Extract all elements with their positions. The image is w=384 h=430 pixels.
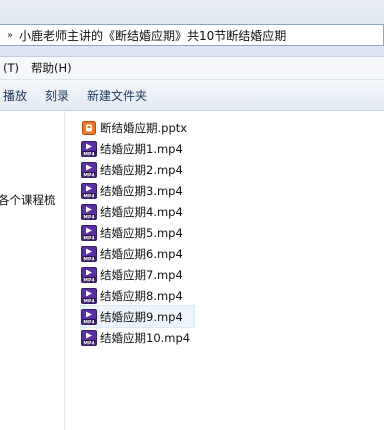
svg-text:MP4: MP4	[83, 172, 94, 178]
menu-item-help[interactable]: 帮助(H)	[25, 60, 78, 76]
mp4-icon: MP4	[81, 224, 97, 241]
file-name: 结婚应期3.mp4	[100, 183, 183, 198]
menu-item-tools[interactable]: (T)	[0, 61, 25, 75]
mp4-icon: MP4	[81, 182, 97, 199]
file-name: 结婚应期5.mp4	[100, 225, 183, 240]
new-folder-button[interactable]: 新建文件夹	[78, 87, 156, 104]
breadcrumb-path[interactable]: 小鹿老师主讲的《断结婚应期》共10节断结婚应期	[19, 27, 286, 44]
breadcrumb-chevron-icon[interactable]: »	[3, 30, 17, 41]
file-item[interactable]: MP4 结婚应期5.mp4	[81, 222, 194, 243]
navigation-pane: 各个课程梳	[0, 111, 65, 430]
file-item[interactable]: MP4 结婚应期7.mp4	[81, 264, 194, 285]
file-name: 结婚应期1.mp4	[100, 141, 183, 156]
file-list-pane: 断结婚应期.pptx MP4 结婚应期1.mp4 MP4 结婚应期2.mp4 MP4 结婚应…	[65, 111, 384, 430]
file-name: 结婚应期4.mp4	[100, 204, 183, 219]
address-box[interactable]: » 小鹿老师主讲的《断结婚应期》共10节断结婚应期	[0, 24, 384, 46]
file-item[interactable]: MP4 结婚应期1.mp4	[81, 138, 194, 159]
file-name: 结婚应期6.mp4	[100, 246, 183, 261]
mp4-icon: MP4	[81, 140, 97, 157]
burn-button[interactable]: 刻录	[36, 87, 78, 104]
command-bar: 播放 刻录 新建文件夹	[0, 80, 384, 111]
mp4-icon: MP4	[81, 161, 97, 178]
file-item[interactable]: 断结婚应期.pptx	[81, 117, 194, 138]
file-item[interactable]: MP4 结婚应期8.mp4	[81, 285, 194, 306]
file-item[interactable]: MP4 结婚应期4.mp4	[81, 201, 194, 222]
file-name: 结婚应期9.mp4	[100, 309, 183, 324]
file-item[interactable]: MP4 结婚应期10.mp4	[81, 327, 194, 348]
file-name: 结婚应期2.mp4	[100, 162, 183, 177]
mp4-icon: MP4	[81, 203, 97, 220]
explorer-window: » 小鹿老师主讲的《断结婚应期》共10节断结婚应期 (T) 帮助(H) 播放 刻…	[0, 0, 384, 430]
file-item[interactable]: MP4 结婚应期3.mp4	[81, 180, 194, 201]
svg-text:MP4: MP4	[83, 193, 94, 199]
mp4-icon: MP4	[81, 308, 97, 325]
file-item[interactable]: MP4 结婚应期2.mp4	[81, 159, 194, 180]
svg-text:MP4: MP4	[83, 256, 94, 262]
svg-text:MP4: MP4	[83, 340, 94, 346]
svg-text:MP4: MP4	[83, 277, 94, 283]
mp4-icon: MP4	[81, 245, 97, 262]
play-button[interactable]: 播放	[0, 87, 36, 104]
file-item[interactable]: MP4 结婚应期6.mp4	[81, 243, 194, 264]
mp4-icon: MP4	[81, 266, 97, 283]
nav-item-courses[interactable]: 各个课程梳	[0, 192, 56, 208]
file-item[interactable]: MP4 结婚应期9.mp4	[79, 305, 196, 328]
menu-bar: (T) 帮助(H)	[0, 57, 384, 80]
svg-text:MP4: MP4	[83, 235, 94, 241]
file-name: 断结婚应期.pptx	[100, 120, 188, 135]
svg-text:MP4: MP4	[83, 298, 94, 304]
svg-text:MP4: MP4	[83, 319, 94, 325]
file-name: 结婚应期8.mp4	[100, 288, 183, 303]
mp4-icon: MP4	[81, 287, 97, 304]
svg-text:MP4: MP4	[83, 214, 94, 220]
pptx-icon	[81, 120, 97, 136]
file-name: 结婚应期10.mp4	[100, 330, 191, 345]
svg-text:MP4: MP4	[83, 151, 94, 157]
mp4-icon: MP4	[81, 329, 97, 346]
address-bar: » 小鹿老师主讲的《断结婚应期》共10节断结婚应期	[0, 0, 384, 57]
file-name: 结婚应期7.mp4	[100, 267, 183, 282]
file-list: 断结婚应期.pptx MP4 结婚应期1.mp4 MP4 结婚应期2.mp4 MP4 结婚应…	[79, 117, 196, 348]
